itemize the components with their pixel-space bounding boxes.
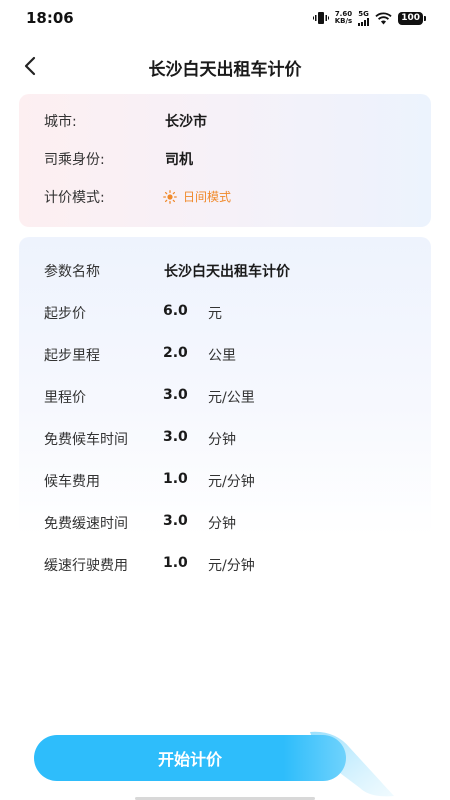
param-unit: 分钟 [208,432,236,448]
param-label: 里程价 [44,390,86,406]
param-label: 免费缓速时间 [44,516,128,532]
param-unit: 元/分钟 [208,474,255,490]
identity-value: 司机 [165,152,193,168]
param-value: 1.0 [163,471,188,487]
battery-icon: 100 [398,11,426,25]
status-bar: 18:06 7.60 KB/s 5G 100 [0,0,450,36]
param-value: 2.0 [163,345,188,361]
network-speed: 7.60 KB/s [335,11,352,25]
param-value: 3.0 [163,429,188,445]
param-unit: 公里 [208,348,236,364]
identity-label: 司乘身份: [44,152,105,168]
mode-value: 日间模式 [183,190,232,204]
vibrate-icon [312,12,329,24]
bottom-action-bar: 开始计价 [0,728,450,800]
mode-label: 计价模式: [44,190,105,206]
param-unit: 元 [208,306,222,322]
info-card: 城市: 长沙市 司乘身份: 司机 计价模式: 日间模式 [19,94,431,227]
start-pricing-button[interactable]: 开始计价 [34,735,346,781]
signal-bars-icon [358,17,370,26]
param-unit: 元/公里 [208,390,255,406]
header: 长沙白天出租车计价 [0,44,450,88]
battery-level: 100 [398,11,423,25]
sun-icon [163,189,177,204]
param-label: 起步价 [44,306,86,322]
param-value: 3.0 [163,387,188,403]
param-label: 候车费用 [44,474,100,490]
param-value: 3.0 [163,513,188,529]
pricing-mode: 日间模式 [163,188,231,205]
status-time: 18:06 [26,9,74,27]
page-title: 长沙白天出租车计价 [148,60,302,80]
network-speed-unit: KB/s [334,17,353,25]
param-label: 缓速行驶费用 [44,558,128,574]
status-icons: 7.60 KB/s 5G 100 [312,9,426,26]
wifi-icon [375,12,392,24]
param-name-label: 参数名称 [44,264,100,280]
city-value: 长沙市 [165,114,207,130]
param-name-value: 长沙白天出租车计价 [164,264,290,280]
cellular-signal: 5G [358,9,370,26]
param-label: 起步里程 [44,348,100,364]
network-type: 5G [358,9,369,18]
param-unit: 分钟 [208,516,236,532]
city-label: 城市: [44,114,77,130]
param-label: 免费候车时间 [44,432,128,448]
param-value: 6.0 [163,303,188,319]
param-value: 1.0 [163,555,188,571]
param-unit: 元/分钟 [208,558,255,574]
